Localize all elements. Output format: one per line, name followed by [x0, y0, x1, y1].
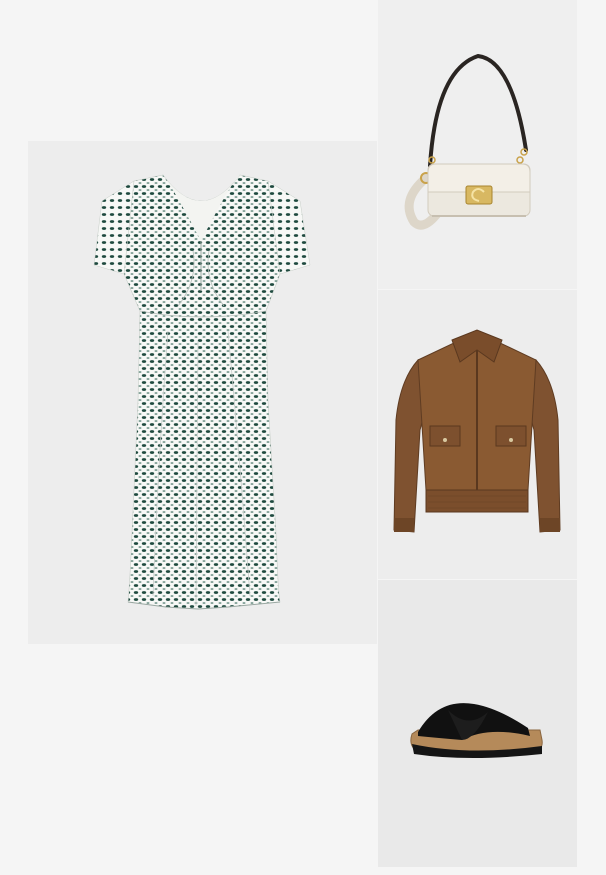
outfit-collage: { "collage": { "items": [ {"name": "dres…	[0, 0, 606, 875]
jacket-tile[interactable]	[378, 290, 577, 579]
dress-tile[interactable]	[28, 141, 377, 644]
cross-strap-sandal-image	[410, 703, 543, 758]
bag-tile[interactable]	[378, 0, 577, 289]
shoulder-bag-image	[404, 53, 531, 230]
suede-jacket-image	[393, 329, 561, 533]
bag-strap	[428, 53, 528, 168]
dress-image	[93, 174, 311, 610]
sandal-tile[interactable]	[378, 580, 577, 867]
